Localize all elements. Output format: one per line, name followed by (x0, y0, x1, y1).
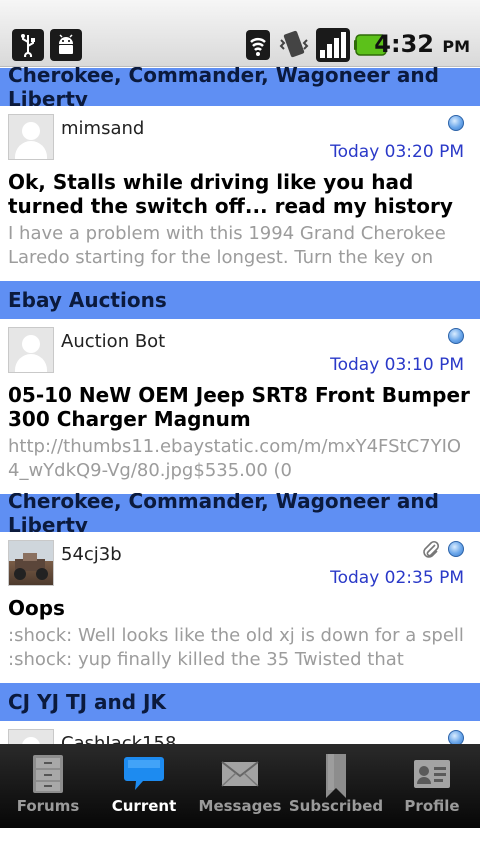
author-name: 54cj3b (61, 544, 122, 565)
topic-preview: :shock: Well looks like the old xj is do… (8, 625, 464, 670)
author-name: CashJack158 (61, 733, 177, 744)
attachment-icon (422, 540, 440, 565)
list-item[interactable]: mimsand Today 03:20 PM Ok, Stalls while … (0, 106, 480, 280)
signal-icon (316, 28, 350, 62)
post-time: Today 03:10 PM (330, 355, 464, 375)
avatar (8, 729, 54, 744)
tab-forums[interactable]: Forums (0, 744, 96, 828)
clock: 4:32 PM (374, 30, 470, 58)
list-item[interactable]: 54cj3b Today 02:35 PM Oops :shock: Well … (0, 532, 480, 682)
unread-indicator-icon (448, 115, 464, 131)
forum-header[interactable]: Cherokee, Commander, Wagoneer and Libert… (0, 67, 480, 111)
wifi-icon (244, 28, 274, 62)
topic-preview: http://thumbs11.ebaystatic.com/m/mxY4FSt… (8, 436, 462, 481)
tab-label: Current (111, 797, 177, 815)
topic-preview: I have a problem with this 1994 Grand Ch… (8, 223, 446, 268)
bottom-strip (0, 828, 480, 854)
forum-header[interactable]: CJ YJ TJ and JK (0, 682, 480, 721)
tab-messages[interactable]: Messages (192, 744, 288, 828)
android-debug-icon (50, 29, 82, 61)
tab-profile[interactable]: Profile (384, 744, 480, 828)
author-name: Auction Bot (61, 331, 166, 352)
list-item[interactable]: Auction Bot Today 03:10 PM 05-10 NeW OEM… (0, 319, 480, 493)
tab-label: Profile (404, 797, 460, 815)
cabinet-icon (31, 754, 65, 798)
clock-ampm: PM (442, 37, 470, 56)
tab-current[interactable]: Current (96, 744, 192, 828)
bookmark-icon (324, 754, 348, 802)
author-name: mimsand (61, 118, 145, 139)
unread-indicator-icon (448, 541, 464, 557)
envelope-icon (220, 754, 260, 798)
forum-header[interactable]: Ebay Auctions (0, 280, 480, 319)
vibrate-icon (278, 28, 310, 62)
topic-list[interactable]: Cherokee, Commander, Wagoneer and Libert… (0, 67, 480, 744)
usb-icon (12, 29, 44, 61)
tab-label: Messages (198, 797, 282, 815)
tab-label: Forums (16, 797, 80, 815)
clock-time: 4:32 (374, 30, 434, 58)
unread-indicator-icon (448, 328, 464, 344)
topic-title: 05-10 NeW OEM Jeep SRT8 Front Bumper 300… (8, 383, 470, 431)
tab-label: Subscribed (288, 797, 384, 815)
avatar (8, 540, 54, 586)
avatar (8, 327, 54, 373)
forum-header[interactable]: Cherokee, Commander, Wagoneer and Libert… (0, 489, 480, 537)
tab-bar: Forums Current Messages Subscribed Profi… (0, 744, 480, 828)
tab-subscribed[interactable]: Subscribed (288, 744, 384, 828)
post-time: Today 02:35 PM (330, 568, 464, 588)
speech-bubble-icon (123, 754, 165, 798)
topic-title: Oops (8, 596, 65, 620)
status-bar: 4:32 PM (0, 0, 480, 67)
list-item[interactable]: CashJack158 (0, 721, 480, 744)
topic-title: Ok, Stalls while driving like you had tu… (8, 170, 453, 218)
post-time: Today 03:20 PM (330, 142, 464, 162)
unread-indicator-icon (448, 730, 464, 744)
id-card-icon (412, 754, 452, 798)
avatar (8, 114, 54, 160)
